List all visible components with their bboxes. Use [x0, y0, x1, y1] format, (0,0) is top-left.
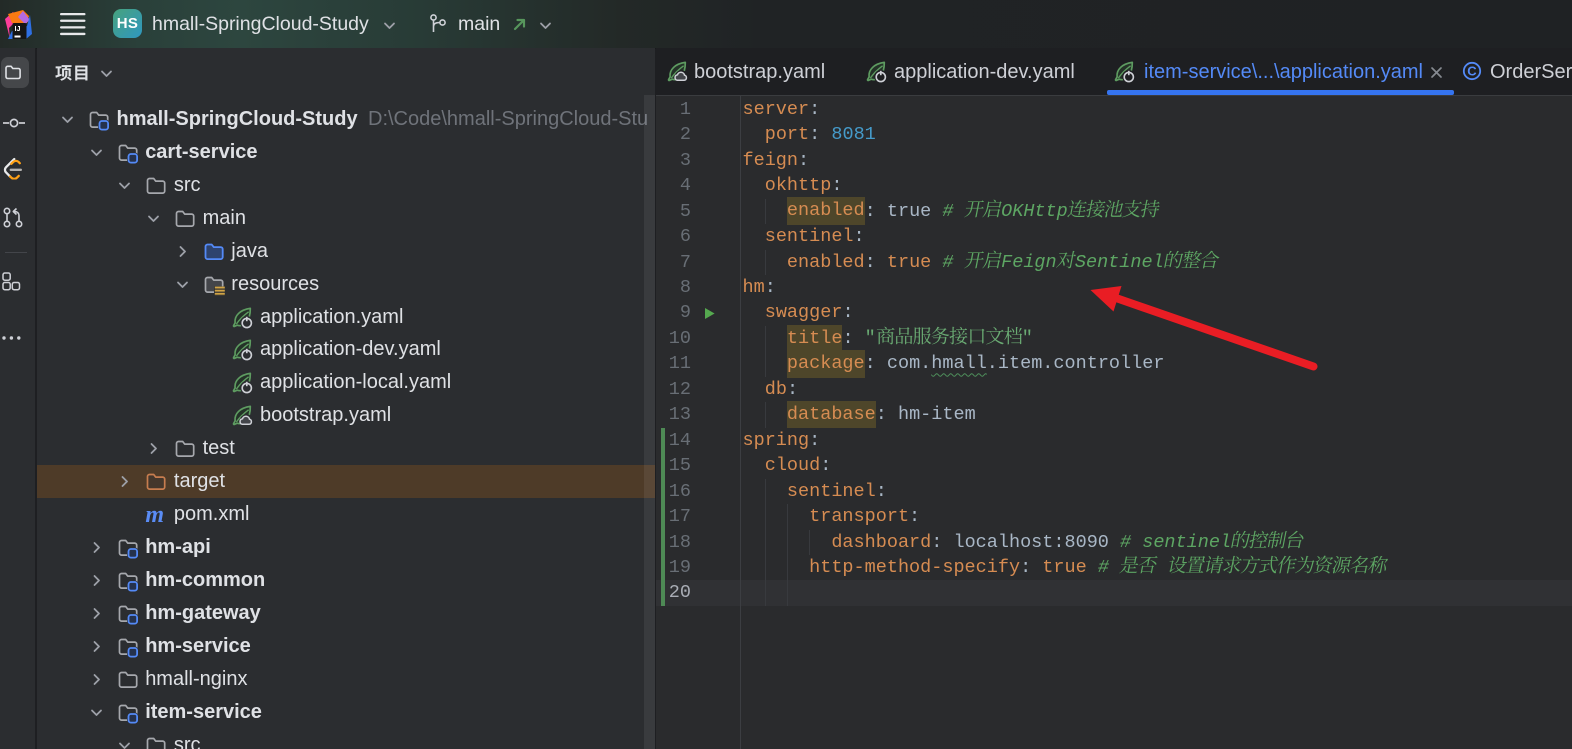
svg-text:IJ: IJ: [15, 24, 21, 33]
svg-text:C: C: [1467, 64, 1477, 79]
